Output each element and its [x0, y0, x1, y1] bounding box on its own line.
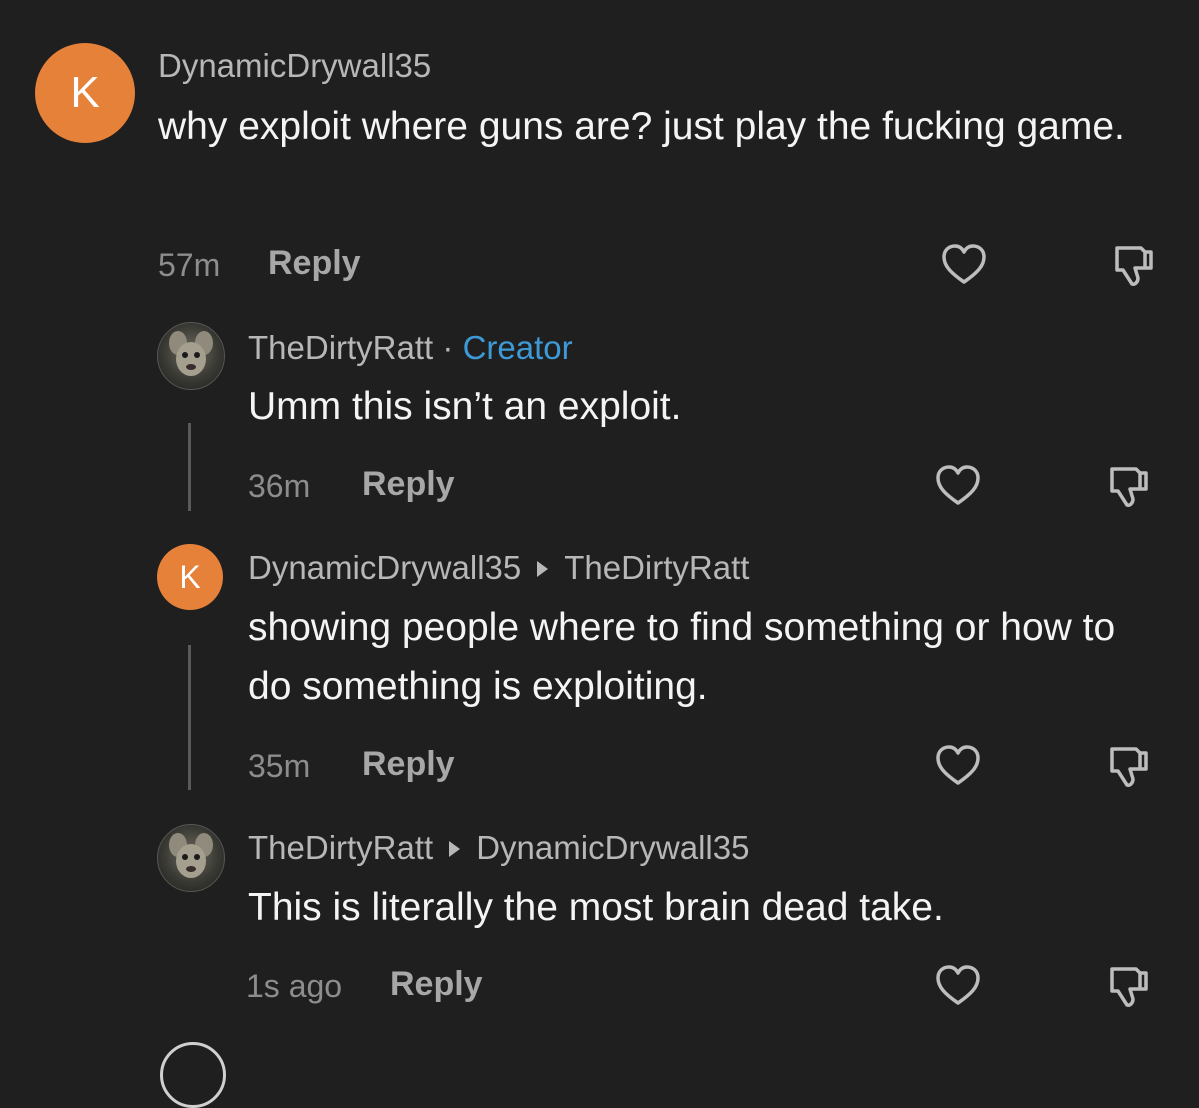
dislike-button[interactable] — [1107, 240, 1157, 290]
heart-icon — [936, 465, 980, 505]
comment-text: Umm this isn’t an exploit. — [248, 385, 682, 428]
dislike-button[interactable] — [1102, 741, 1152, 791]
comment-timestamp: 1s ago — [246, 968, 343, 1004]
comment-text: showing people where to find something o… — [248, 606, 1116, 708]
comment-timestamp: 35m — [248, 748, 311, 784]
reply-button[interactable]: Reply — [362, 745, 455, 784]
thumbs-down-icon — [1110, 747, 1148, 787]
username-label[interactable]: TheDirtyRatt — [248, 329, 433, 366]
rat-avatar-icon — [169, 331, 213, 376]
like-button[interactable] — [933, 961, 983, 1011]
triangle-right-icon — [449, 840, 461, 857]
avatar-letter: K — [70, 68, 100, 117]
like-button[interactable] — [933, 741, 983, 791]
thumbs-down-icon — [1110, 467, 1148, 507]
reply-button[interactable]: Reply — [390, 965, 483, 1004]
comment: K DynamicDrywall35 why exploit where gun… — [0, 0, 1199, 300]
comment-timestamp: 36m — [248, 468, 311, 504]
creator-badge: Creator — [462, 329, 573, 366]
separator-dot: · — [442, 329, 454, 366]
thumbs-down-icon — [1115, 246, 1153, 286]
like-button[interactable] — [933, 461, 983, 511]
like-button[interactable] — [939, 240, 989, 290]
heart-icon — [936, 965, 980, 1005]
avatar-letter: K — [179, 558, 201, 595]
thread-line — [188, 645, 191, 790]
avatar[interactable]: K — [157, 544, 223, 610]
triangle-right-icon — [537, 560, 549, 577]
thumbs-down-icon — [1110, 967, 1148, 1007]
comment-reply: K DynamicDrywall35 TheDirtyRatt showing p… — [0, 520, 1199, 800]
reply-button[interactable]: Reply — [268, 244, 361, 283]
reply-to-username[interactable]: DynamicDrywall35 — [476, 829, 749, 866]
reply-to-username[interactable]: TheDirtyRatt — [564, 549, 749, 586]
username-label[interactable]: DynamicDrywall35 — [248, 549, 521, 586]
reply-button[interactable]: Reply — [362, 465, 455, 504]
comment-reply: TheDirtyRatt · Creator Umm this isn’t an… — [0, 300, 1199, 520]
comment-username[interactable]: DynamicDrywall35 — [158, 47, 431, 85]
dislike-button[interactable] — [1102, 961, 1152, 1011]
comment-username[interactable]: TheDirtyRatt · Creator — [248, 329, 573, 367]
avatar[interactable] — [157, 824, 225, 892]
next-avatar-partial — [160, 1042, 226, 1108]
comment-text: This is literally the most brain dead ta… — [248, 886, 944, 929]
rat-avatar-icon — [169, 833, 213, 878]
dislike-button[interactable] — [1102, 461, 1152, 511]
comment-reply: TheDirtyRatt DynamicDrywall35 This is lit… — [0, 800, 1199, 1108]
comment-text: why exploit where guns are? just play th… — [158, 105, 1125, 148]
thread-line — [188, 423, 191, 511]
comment-thread: { "comments": [ { "avatar_letter": "K", … — [0, 0, 1199, 1108]
comment-username[interactable]: TheDirtyRatt DynamicDrywall35 — [248, 829, 749, 867]
comment-timestamp: 57m — [158, 247, 221, 283]
comment-username[interactable]: DynamicDrywall35 TheDirtyRatt — [248, 549, 749, 587]
heart-icon — [942, 244, 986, 284]
heart-icon — [936, 745, 980, 785]
username-label[interactable]: TheDirtyRatt — [248, 829, 433, 866]
avatar[interactable]: K — [35, 43, 135, 143]
avatar[interactable] — [157, 322, 225, 390]
